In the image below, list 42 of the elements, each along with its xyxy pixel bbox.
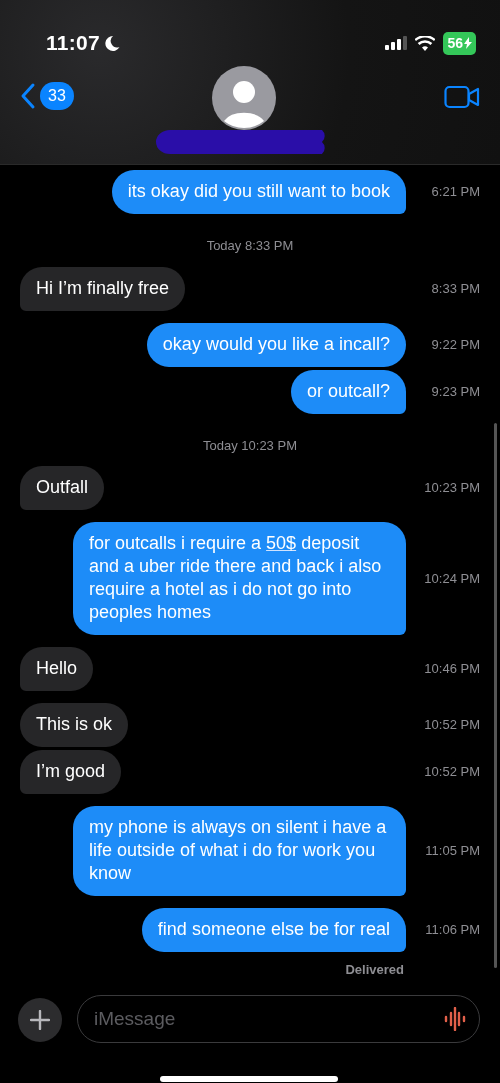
message-time: 10:52 PM	[423, 716, 481, 735]
sent-message: my phone is always on silent i have a life outside of what i do for work you know	[73, 806, 406, 896]
video-call-icon[interactable]	[444, 85, 480, 109]
date-separator: Today 10:23 PM	[202, 436, 298, 455]
message-time: 8:33 PM	[430, 279, 481, 298]
delivery-status: Delivered	[344, 961, 405, 979]
received-message: This is ok	[20, 703, 129, 747]
audio-waveform-icon[interactable]	[444, 1006, 466, 1031]
sent-message: okay would you like a incall?	[146, 322, 406, 367]
message-time: 11:05 PM	[424, 842, 481, 861]
charging-icon	[464, 37, 472, 49]
message-time: 6:21 PM	[430, 183, 481, 202]
moon-icon	[104, 34, 121, 52]
plus-icon	[30, 1009, 50, 1030]
message-time: 11:06 PM	[424, 921, 481, 940]
sent-message: find someone else be for real	[141, 908, 406, 952]
back-chevron-icon[interactable]	[20, 82, 36, 110]
message-input-field[interactable]: iMessage	[77, 994, 480, 1043]
status-time: 11:07	[46, 30, 101, 57]
message-time: 10:23 PM	[423, 479, 481, 498]
received-message: I’m good	[20, 750, 122, 794]
unread-count-badge[interactable]: 33	[40, 82, 74, 110]
received-message: Outfall	[20, 466, 105, 510]
message-time: 10:52 PM	[423, 763, 481, 782]
sent-message: for outcalls i require a 50$ deposit and a uber ride there and back i also require a hotel as i do not go into peoples homes	[73, 522, 406, 635]
message-time: 9:23 PM	[430, 382, 481, 401]
received-message: Hello	[20, 647, 94, 691]
sent-message: or outcall?	[290, 369, 406, 414]
scrollbar[interactable]	[494, 423, 497, 968]
date-separator: Today 8:33 PM	[205, 237, 295, 255]
battery-indicator: 56	[443, 31, 476, 55]
wifi-icon	[415, 35, 436, 51]
sent-message: its okay did you still want to book	[111, 170, 406, 214]
message-time: 10:46 PM	[423, 660, 481, 679]
received-message: Hi I’m finally free	[20, 266, 186, 311]
add-button[interactable]	[18, 997, 62, 1042]
home-indicator[interactable]	[160, 1075, 338, 1082]
message-time: 9:22 PM	[430, 335, 481, 354]
signal-icon	[385, 36, 408, 50]
detected-link[interactable]: 50$	[266, 533, 297, 553]
message-time: 10:24 PM	[423, 569, 481, 588]
contact-avatar[interactable]	[211, 66, 276, 130]
